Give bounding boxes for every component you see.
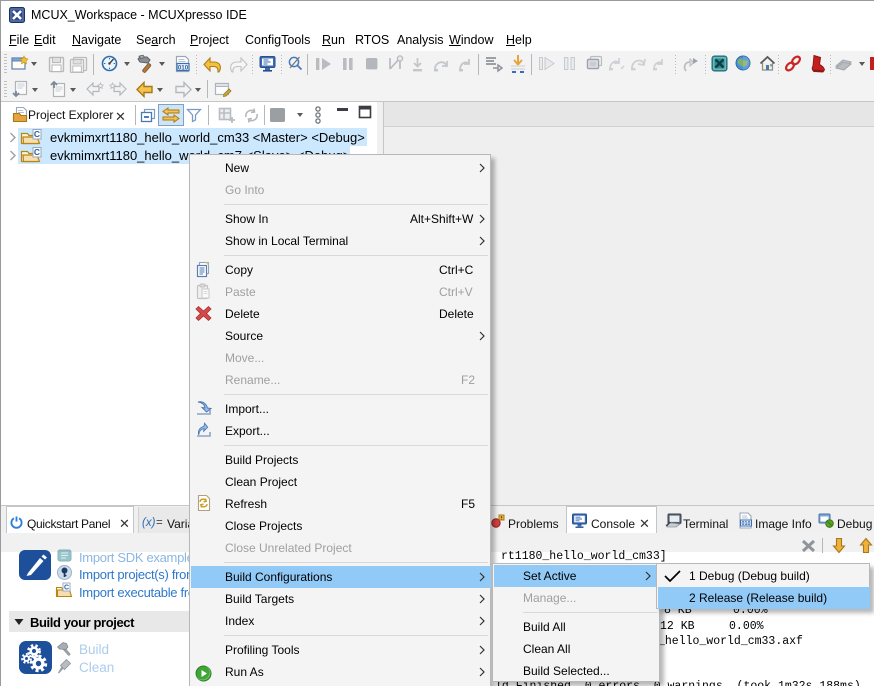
svg-text:C: C xyxy=(34,129,40,139)
svg-text:010: 010 xyxy=(742,521,751,527)
svg-text:C: C xyxy=(34,147,40,157)
svg-text:C: C xyxy=(64,584,69,591)
svg-text:010: 010 xyxy=(178,64,189,71)
